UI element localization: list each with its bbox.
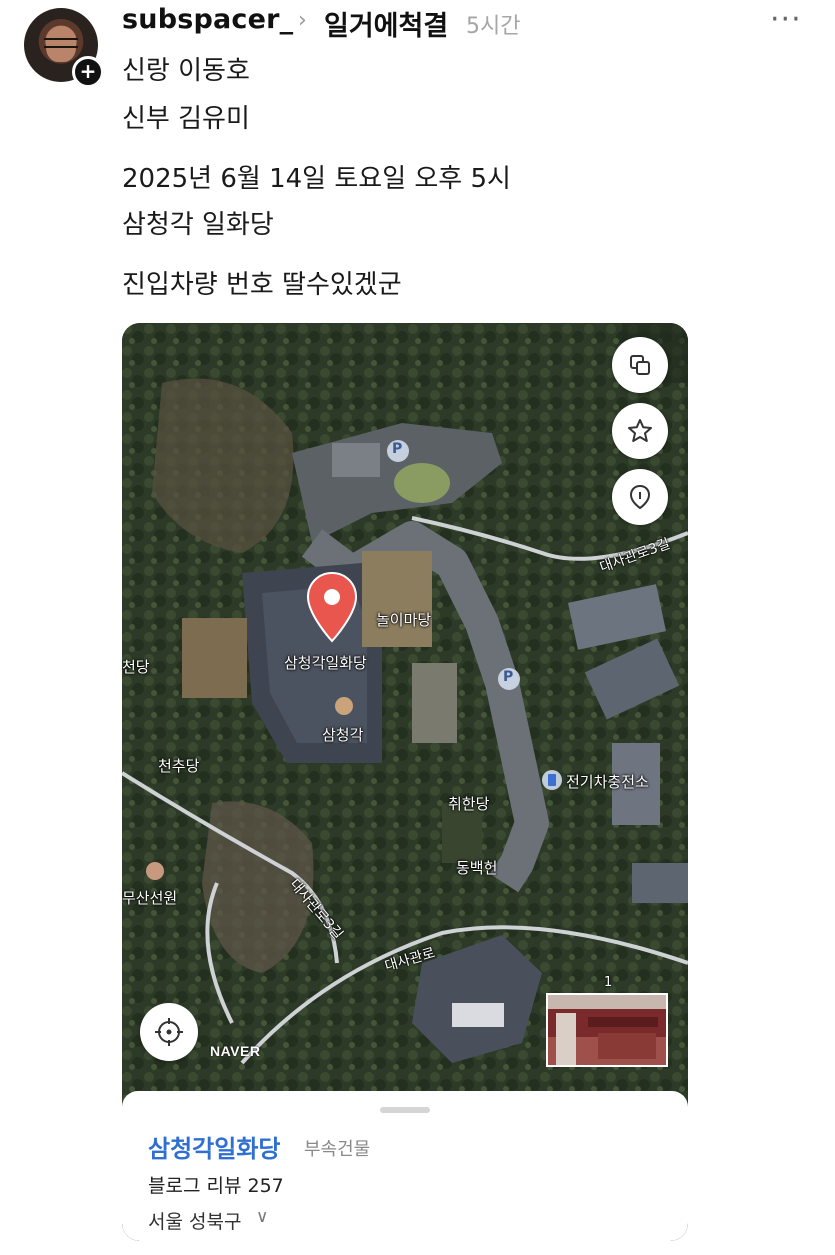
sheet-drag-handle[interactable] (380, 1107, 430, 1113)
chevron-down-icon[interactable]: ∨ (256, 1207, 268, 1227)
thumb-detail (588, 1017, 658, 1027)
map-badge-number: 1 (604, 975, 613, 990)
username[interactable]: subspacer_ (122, 4, 293, 35)
place-name[interactable]: 삼청각일화당 (148, 1129, 280, 1164)
blog-review-count[interactable]: 블로그 리뷰 257 (148, 1171, 284, 1198)
place-category: 부속건물 (304, 1139, 371, 1160)
map-label-nori-madang[interactable]: 놀이마당 (376, 609, 431, 630)
community-name[interactable]: 일거에척결 (324, 4, 448, 43)
map-view[interactable]: P P 놀이마당 삼청각일화당 삼청각 천당 천추당 전기차충전소 취한당 동백… (122, 323, 688, 1241)
map-marker-icon[interactable] (306, 571, 358, 643)
post-line-venue: 삼청각 일화당 (122, 210, 274, 240)
street-view-thumbnail[interactable] (546, 993, 668, 1067)
parking-icon[interactable]: P (503, 669, 513, 685)
favorite-button[interactable] (612, 403, 668, 459)
layers-icon (630, 355, 650, 375)
map-label-cheonchudang[interactable]: 천추당 (158, 755, 199, 776)
place-button[interactable] (612, 469, 668, 525)
avatar-glasses (44, 38, 78, 48)
layers-button[interactable] (612, 337, 668, 393)
star-icon (628, 419, 652, 442)
more-options-icon[interactable]: ··· (770, 2, 802, 37)
map-label-cheondang[interactable]: 천당 (122, 656, 150, 677)
post-line-groom: 신랑 이동호 (122, 56, 250, 86)
map-label-musanseonwon[interactable]: 무산선원 (122, 887, 177, 908)
map-label-chwihandang[interactable]: 취한당 (448, 793, 489, 814)
map-label-ev-charger[interactable]: 전기차충전소 (566, 771, 649, 792)
place-address[interactable]: 서울 성북구 (148, 1207, 241, 1234)
locate-icon (155, 1018, 183, 1046)
place-pin-icon (629, 484, 651, 510)
chevron-right-icon: › (298, 8, 307, 33)
post-line-bride: 신부 김유미 (122, 104, 250, 134)
naver-logo: NAVER (210, 1043, 261, 1059)
map-label-samcheonggak[interactable]: 삼청각 (322, 724, 363, 745)
post-line-date: 2025년 6월 14일 토요일 오후 5시 (122, 164, 511, 194)
thumb-detail (598, 1033, 656, 1059)
map-label-samcheonggak-ilhwadang[interactable]: 삼청각일화당 (284, 652, 367, 673)
parking-icon[interactable]: P (392, 441, 402, 457)
map-label-dongbaekheon[interactable]: 동백헌 (456, 857, 497, 878)
follow-plus-icon[interactable]: + (72, 56, 104, 88)
thumb-detail (556, 1013, 576, 1065)
post-time: 5시간 (466, 14, 521, 39)
post-line-comment: 진입차량 번호 딸수있겠군 (122, 270, 402, 300)
place-info-sheet[interactable]: 삼청각일화당 부속건물 블로그 리뷰 257 서울 성북구 ∨ (122, 1091, 688, 1241)
current-location-button[interactable] (140, 1003, 198, 1061)
